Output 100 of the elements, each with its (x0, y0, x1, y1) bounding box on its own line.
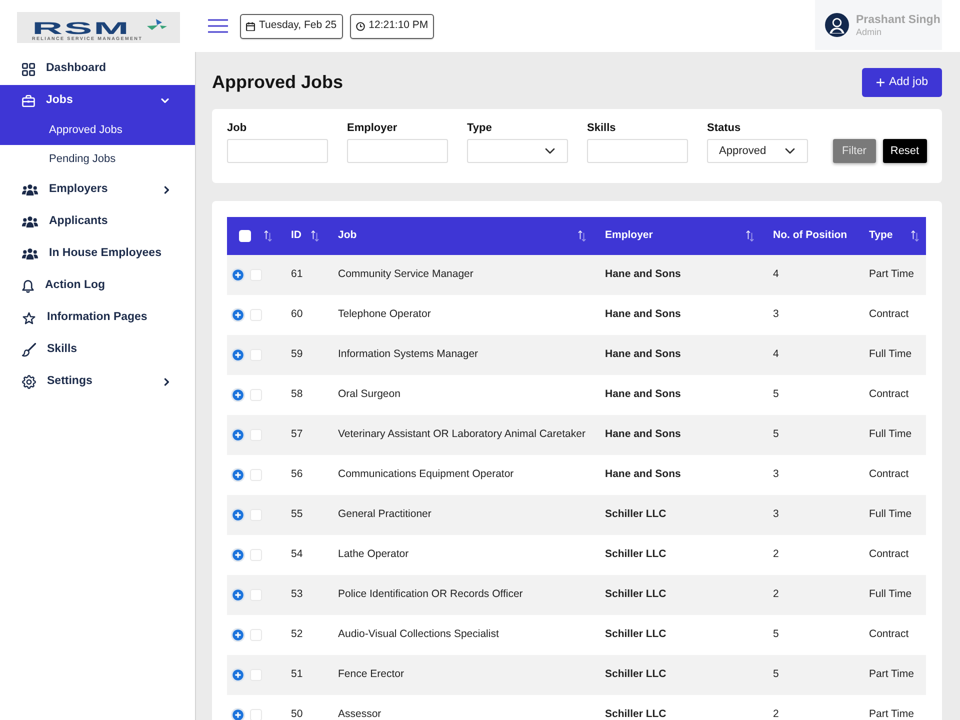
briefcase-icon (22, 94, 35, 106)
chevron-right-icon[interactable] (164, 186, 169, 194)
logo-wordmark: RSM (32, 20, 130, 37)
plus-circle-icon[interactable] (231, 708, 245, 720)
column-heading: Type (869, 228, 893, 244)
table-cell-text: Part Time (868, 667, 915, 682)
nav-link[interactable]: Information Pages (0, 302, 195, 334)
dashboard-grid-icon (22, 62, 35, 76)
table-cell-text: Hane and Sons (604, 387, 682, 402)
table-cell-text: 5 (772, 387, 780, 402)
nav-link[interactable]: Settings (0, 366, 195, 398)
table-cell-text: Police Identification OR Records Officer (337, 587, 524, 602)
table-cell-text: Contract (868, 547, 910, 562)
text-input[interactable] (587, 139, 688, 163)
text-input[interactable] (227, 139, 328, 163)
table-cell-text: 2 (772, 707, 780, 720)
sort-icon[interactable] (911, 230, 919, 242)
calendar-icon (246, 22, 255, 30)
table-cell-text: Full Time (868, 587, 913, 602)
logo-mark-icon (147, 19, 168, 30)
table-cell-text: Full Time (868, 427, 913, 442)
table-cell-text: Part Time (868, 267, 915, 282)
sort-icon[interactable] (264, 230, 272, 242)
avatar-icon[interactable] (825, 13, 849, 37)
sort-icon[interactable] (746, 230, 754, 242)
menu-icon[interactable] (208, 19, 228, 33)
table-cell-text: 56 (290, 467, 304, 482)
table-cell-text: 4 (772, 267, 780, 282)
page-title: Approved Jobs (212, 72, 344, 94)
table-cell-text: 59 (290, 347, 304, 362)
table-cell-text: 50 (290, 707, 304, 720)
table-cell-text: Community Service Manager (337, 267, 474, 282)
table-cell-text: Hane and Sons (604, 347, 682, 362)
table-cell-text: Assessor (337, 707, 382, 720)
table-cell-text: Full Time (868, 347, 913, 362)
text-input[interactable] (347, 139, 448, 163)
paintbrush-icon (22, 343, 36, 357)
table-cell-text: 3 (772, 467, 780, 482)
nav-link[interactable]: Skills (0, 334, 195, 366)
table-cell-text: Full Time (868, 507, 913, 522)
nav-link[interactable]: In House Employees (0, 238, 195, 270)
sort-icon[interactable] (578, 230, 586, 242)
plus-circle-icon[interactable] (231, 548, 245, 562)
table-cell-text: Hane and Sons (604, 307, 682, 322)
date-text: Tuesday, Feb 25 (259, 18, 337, 34)
plus-circle-icon[interactable] (231, 428, 245, 442)
plus-circle-icon[interactable] (231, 628, 245, 642)
nav-link[interactable]: Employers (0, 174, 195, 206)
filter-label: Skills (587, 122, 617, 135)
users-icon (22, 248, 38, 260)
plus-circle-icon[interactable] (231, 388, 245, 402)
user-role: Admin (856, 26, 883, 38)
plus-circle-icon[interactable] (231, 268, 245, 282)
column-heading: ID (291, 228, 302, 244)
plus-circle-icon[interactable] (231, 588, 245, 602)
filter-label: Status (707, 122, 742, 135)
table-cell-text: Hane and Sons (604, 427, 682, 442)
select-all-checkbox[interactable] (239, 230, 251, 242)
table-cell-text: 4 (772, 347, 780, 362)
nav-link[interactable]: Action Log (0, 270, 195, 302)
table-cell-text: 5 (772, 627, 780, 642)
chevron-right-icon[interactable] (164, 378, 169, 386)
table-cell-text: Contract (868, 467, 910, 482)
table-cell-text: Audio-Visual Collections Specialist (337, 627, 500, 642)
sort-icon[interactable] (311, 230, 319, 242)
plus-circle-icon[interactable] (231, 668, 245, 682)
filter-label: Job (227, 122, 248, 135)
table-cell-text: 5 (772, 427, 780, 442)
table-cell-text: Schiller LLC (604, 507, 668, 522)
plus-circle-icon[interactable] (231, 308, 245, 322)
table-cell-text: Part Time (868, 707, 915, 720)
star-icon (22, 312, 36, 324)
nav-link[interactable]: Jobs (0, 85, 195, 116)
select-field[interactable] (467, 139, 568, 163)
select-field[interactable]: Approved (707, 139, 808, 163)
table-cell-text: Oral Surgeon (337, 387, 402, 402)
plus-circle-icon[interactable] (231, 468, 245, 482)
chevron-down-icon (785, 148, 795, 154)
plus-circle-icon[interactable] (231, 348, 245, 362)
column-heading: Employer (605, 228, 653, 244)
filter-action-button[interactable]: Reset (882, 139, 927, 163)
nav-sublink[interactable]: Pending Jobs (0, 145, 195, 174)
table-cell-text: Information Systems Manager (337, 347, 480, 362)
nav-link[interactable]: Applicants (0, 206, 195, 238)
table-cell-text: Veterinary Assistant OR Laboratory Animal Caretaker (337, 427, 586, 442)
table-cell-text: 5 (772, 667, 780, 682)
table-cell-text: 3 (772, 307, 780, 322)
table-cell-text: 57 (290, 427, 304, 442)
table-cell-text: Lathe Operator (337, 547, 410, 562)
table-cell-text: 61 (290, 267, 304, 282)
users-icon (22, 184, 38, 196)
table-cell-text: Hane and Sons (604, 267, 682, 282)
nav-link[interactable]: Dashboard (0, 53, 195, 85)
chevron-down-icon (545, 148, 555, 154)
nav-sublink[interactable]: Approved Jobs (0, 116, 195, 145)
table-cell-text: Schiller LLC (604, 667, 668, 682)
chevron-down-icon[interactable] (161, 98, 169, 104)
add-job-button[interactable]: Add job (862, 68, 942, 97)
table-cell-text: Schiller LLC (604, 587, 668, 602)
plus-circle-icon[interactable] (231, 508, 245, 522)
